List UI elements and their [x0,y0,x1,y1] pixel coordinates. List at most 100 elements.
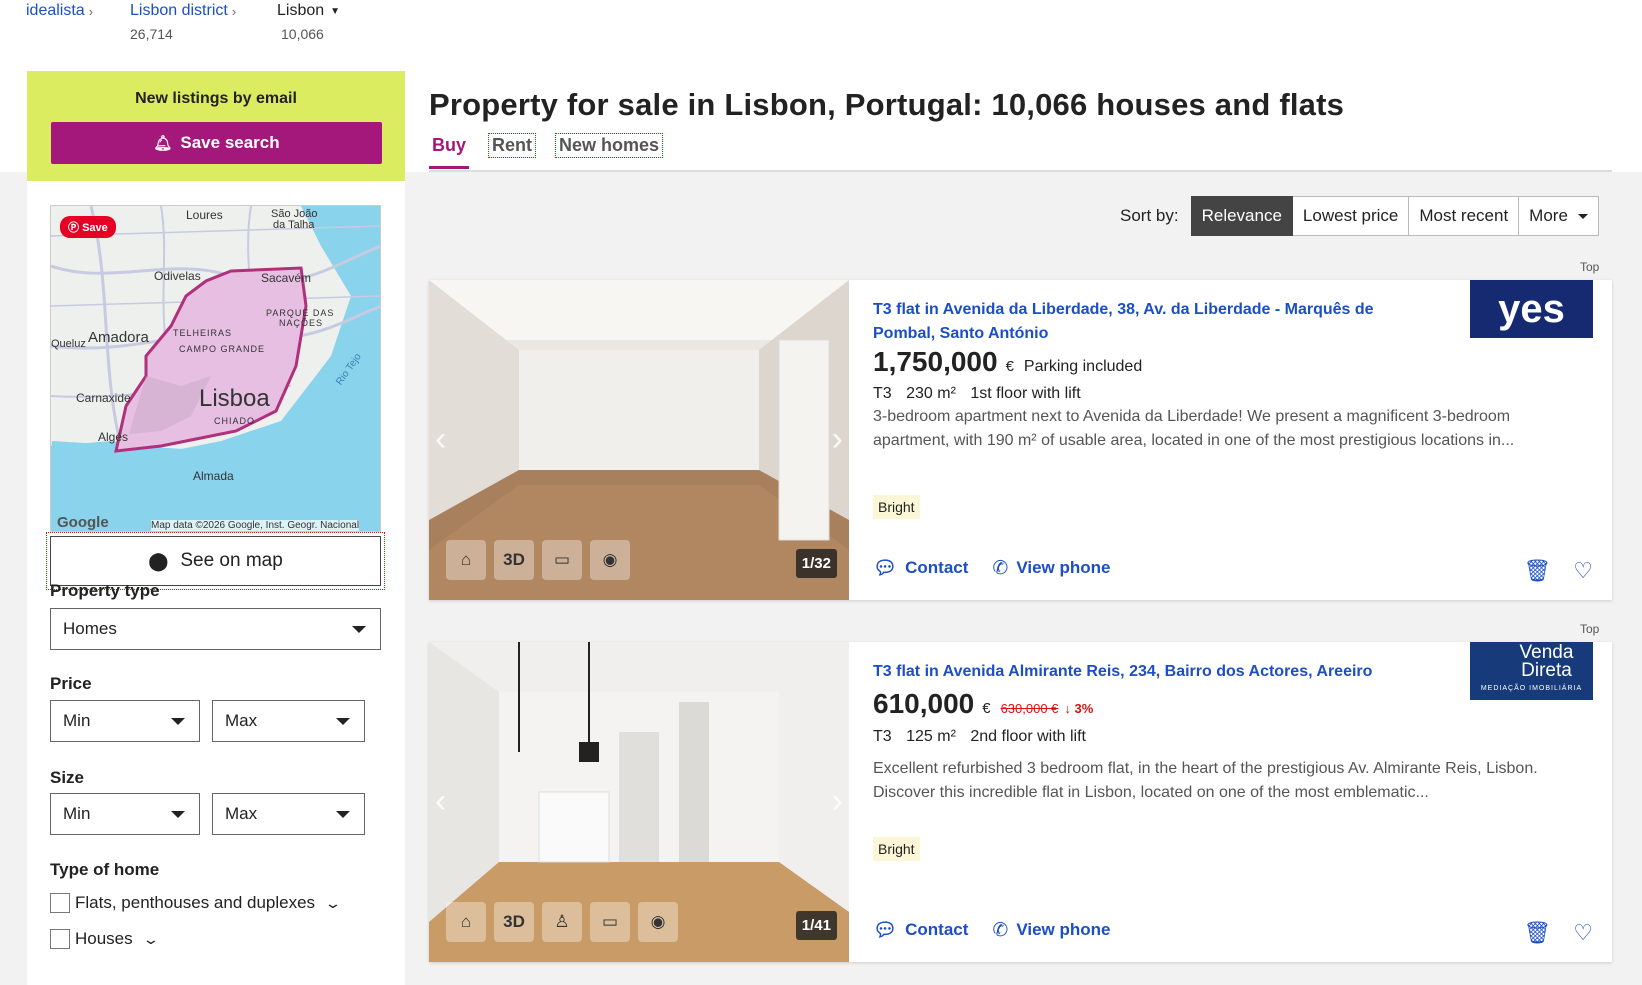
checkbox-flats[interactable]: Flats, penthouses and duplexes ⌄ [50,893,342,913]
map-label: Carnaxide [76,391,131,405]
checkbox-box[interactable] [50,929,70,949]
chat-icon: 💬︎ [873,920,898,941]
heart-icon[interactable]: ♡ [1573,920,1593,946]
tab-new-homes[interactable]: New homes [554,133,664,158]
listing-tag-bright: Bright [873,495,920,519]
3d-tour-icon[interactable]: 3D [494,902,534,942]
checkbox-box[interactable] [50,893,70,913]
listing-photo[interactable]: ‹ › ⌂ 3D ▭ ◉ 1/32 [429,280,849,600]
video-icon[interactable]: ▭ [542,540,582,580]
listing-size: 125 m² [906,728,956,745]
see-on-map-label: See on map [180,550,283,571]
video-icon[interactable]: ▭ [590,902,630,942]
next-photo-icon[interactable]: › [832,420,843,459]
arrow-down-icon: ↓ [1064,701,1071,716]
previous-photo-icon[interactable]: ‹ [435,420,446,459]
listing-quick-actions: 🗑︎ ♡ [1501,558,1593,584]
checkbox-houses[interactable]: Houses ⌄ [50,929,159,949]
location-pin-icon[interactable]: ◉ [638,902,678,942]
map-preview[interactable]: Ⓟ Save Loures São João da Talha Odivelas… [50,205,381,532]
3d-tour-icon[interactable]: 3D [494,540,534,580]
save-search-label: Save search [180,133,280,152]
pinterest-save-button[interactable]: Ⓟ Save [60,216,116,238]
listing-card: ‹ › ⌂ 3D ♙ ▭ ◉ 1/41 T3 flat in Avenida A… [429,642,1612,962]
listing-info: T3 flat in Avenida Almirante Reis, 234, … [873,642,1593,962]
trash-icon[interactable]: 🗑︎ [1523,920,1551,946]
location-pin-icon[interactable]: ◉ [590,540,630,580]
next-photo-icon[interactable]: › [832,782,843,821]
price-max-select[interactable]: Max [212,700,365,742]
sort-bar: Sort by: Relevance Lowest price Most rec… [1120,196,1599,236]
chevron-down-icon[interactable]: ⌄ [324,895,342,912]
agency-logo-yes[interactable]: yes [1470,280,1593,338]
listing-info: T3 flat in Avenida da Liberdade, 38, Av.… [873,280,1593,600]
listing-description[interactable]: Excellent refurbished 3 bedroom flat, in… [873,757,1573,805]
sort-relevance[interactable]: Relevance [1190,196,1293,236]
floorplan-icon[interactable]: ⌂ [446,540,486,580]
contact-button[interactable]: 💬︎ Contact [873,918,968,942]
tab-rent[interactable]: Rent [488,133,536,158]
old-price: 630,000 € [1000,701,1059,716]
breadcrumb: idealista › Lisbon district › 26,714 Lis… [26,2,354,42]
map-label: Sacavém [261,271,312,285]
page-title: Property for sale in Lisbon, Portugal: 1… [429,87,1345,122]
price-row: 1,750,000 € Parking included [873,346,1142,378]
map-label: Lisboa [199,385,270,412]
phone-icon: ✆ [992,919,1009,941]
map-label: Almada [193,469,234,483]
top-tag: Top [1580,260,1600,274]
caret-down-icon [336,717,350,725]
listing-size: 230 m² [906,385,956,402]
map-graphic [51,206,380,531]
sort-most-recent[interactable]: Most recent [1409,196,1520,236]
breadcrumb-idealista[interactable]: idealista [26,2,85,20]
listing-rooms: T3 [873,385,892,402]
listing-tag-bright: Bright [873,837,920,861]
map-label: CAMPO GRANDE [179,344,266,354]
map-label: CHIADO [214,416,256,426]
map-label: TELHEIRAS [173,328,233,338]
pinterest-icon: Ⓟ [68,222,79,234]
email-alert-title: New listings by email [135,90,297,107]
floorplan-icon[interactable]: ⌂ [446,902,486,942]
caret-down-icon [171,717,185,725]
photo-media-icons: ⌂ 3D ♙ ▭ ◉ [446,902,686,942]
map-label: Algés [98,430,129,444]
map-credit: Map data ©2026 Google, Inst. Geogr. Naci… [151,520,360,531]
photo-counter: 1/41 [795,911,837,940]
contact-button[interactable]: 💬︎ Contact [873,556,968,580]
listing-title[interactable]: T3 flat in Avenida Almirante Reis, 234, … [873,660,1433,684]
breadcrumb-current-dropdown[interactable]: Lisbon ▼ [277,2,340,20]
save-search-button[interactable]: 🔔︎ Save search [51,122,382,164]
map-label: Amadora [88,329,149,346]
email-alert-box: New listings by email 🔔︎ Save search [27,71,405,181]
top-tag: Top [1580,622,1600,636]
see-on-map-button[interactable]: ⬤ See on map [46,532,385,590]
agency-logo-venda-direta[interactable]: Venda Direta MEDIAÇÃO IMOBILIÁRIA [1470,642,1593,700]
breadcrumb-lisbon-district[interactable]: Lisbon district [130,2,228,20]
listing-title[interactable]: T3 flat in Avenida da Liberdade, 38, Av.… [873,298,1433,346]
sort-lowest-price[interactable]: Lowest price [1292,196,1410,236]
sort-label: Sort by: [1120,206,1179,225]
size-min-select[interactable]: Min [50,793,200,835]
property-type-select[interactable]: Homes [50,608,381,650]
price-label: Price [50,674,92,693]
chevron-down-icon[interactable]: ⌄ [142,931,160,948]
trash-icon[interactable]: 🗑︎ [1523,558,1551,584]
size-max-select[interactable]: Max [212,793,365,835]
listing-rooms: T3 [873,728,892,745]
caret-down-icon [352,625,366,633]
home-staging-icon[interactable]: ♙ [542,902,582,942]
listing-description[interactable]: 3-bedroom apartment next to Avenida da L… [873,405,1573,453]
phone-icon: ✆ [992,557,1009,579]
price-min-select[interactable]: Min [50,700,200,742]
photo-media-icons: ⌂ 3D ▭ ◉ [446,540,638,580]
tab-buy[interactable]: Buy [429,134,470,169]
view-phone-button[interactable]: ✆ View phone [992,557,1110,580]
heart-icon[interactable]: ♡ [1573,558,1593,584]
sort-more[interactable]: More [1519,196,1599,236]
listing-photo[interactable]: ‹ › ⌂ 3D ♙ ▭ ◉ 1/41 [429,642,849,962]
listing-actions: 💬︎ Contact ✆ View phone [873,918,1134,942]
view-phone-button[interactable]: ✆ View phone [992,919,1110,942]
previous-photo-icon[interactable]: ‹ [435,782,446,821]
